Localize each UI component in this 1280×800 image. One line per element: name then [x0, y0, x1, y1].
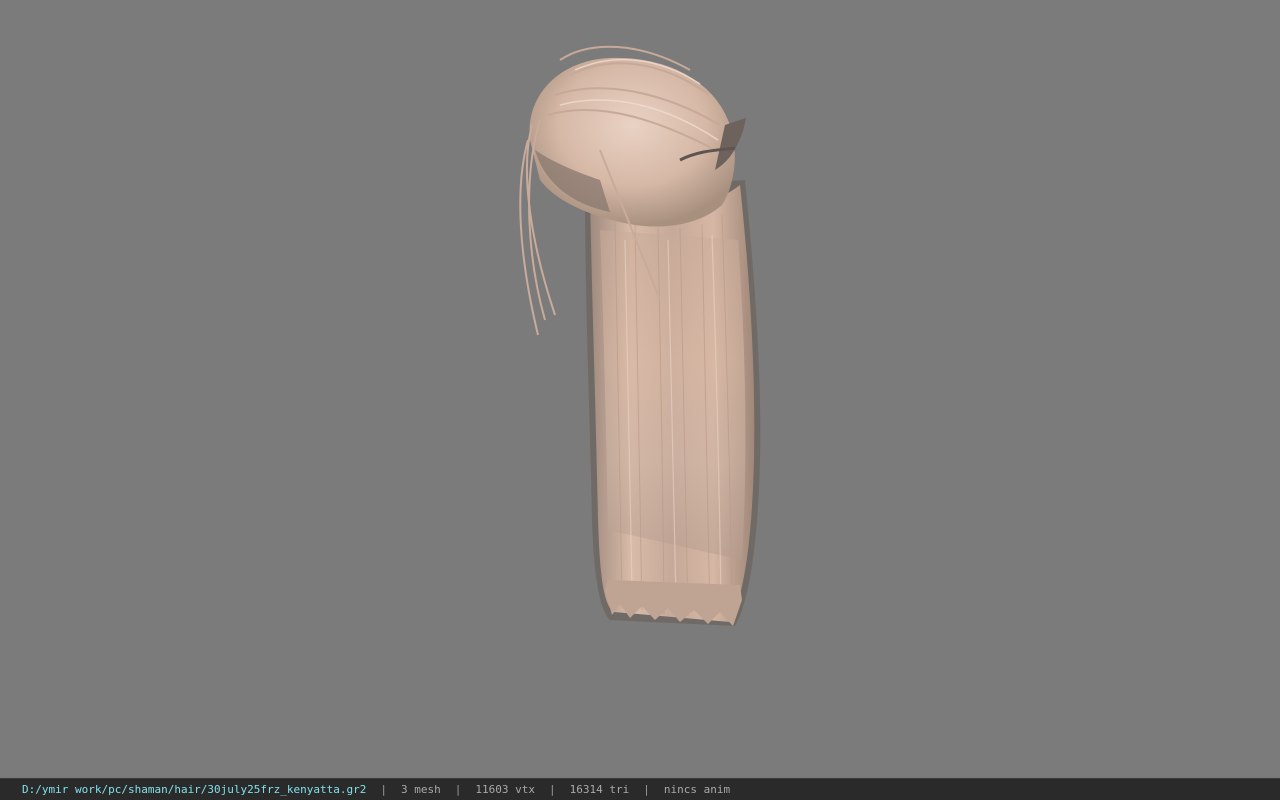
status-separator: |: [454, 783, 462, 796]
status-separator: |: [643, 783, 650, 796]
triangle-count: 16314 tri: [569, 783, 630, 796]
status-separator: |: [380, 783, 387, 796]
mesh-count: 3 mesh: [401, 783, 441, 796]
3d-viewport[interactable]: [0, 0, 1280, 778]
file-path: D:/ymir work/pc/shaman/hair/30july25frz_…: [22, 783, 367, 796]
hair-crown: [529, 57, 735, 227]
status-bar: D:/ymir work/pc/shaman/hair/30july25frz_…: [0, 778, 1280, 800]
status-separator: |: [548, 783, 556, 796]
animation-status: nincs anim: [663, 783, 731, 796]
vertex-count: 11603 vtx: [475, 783, 535, 796]
hair-model-render[interactable]: [0, 0, 1280, 778]
